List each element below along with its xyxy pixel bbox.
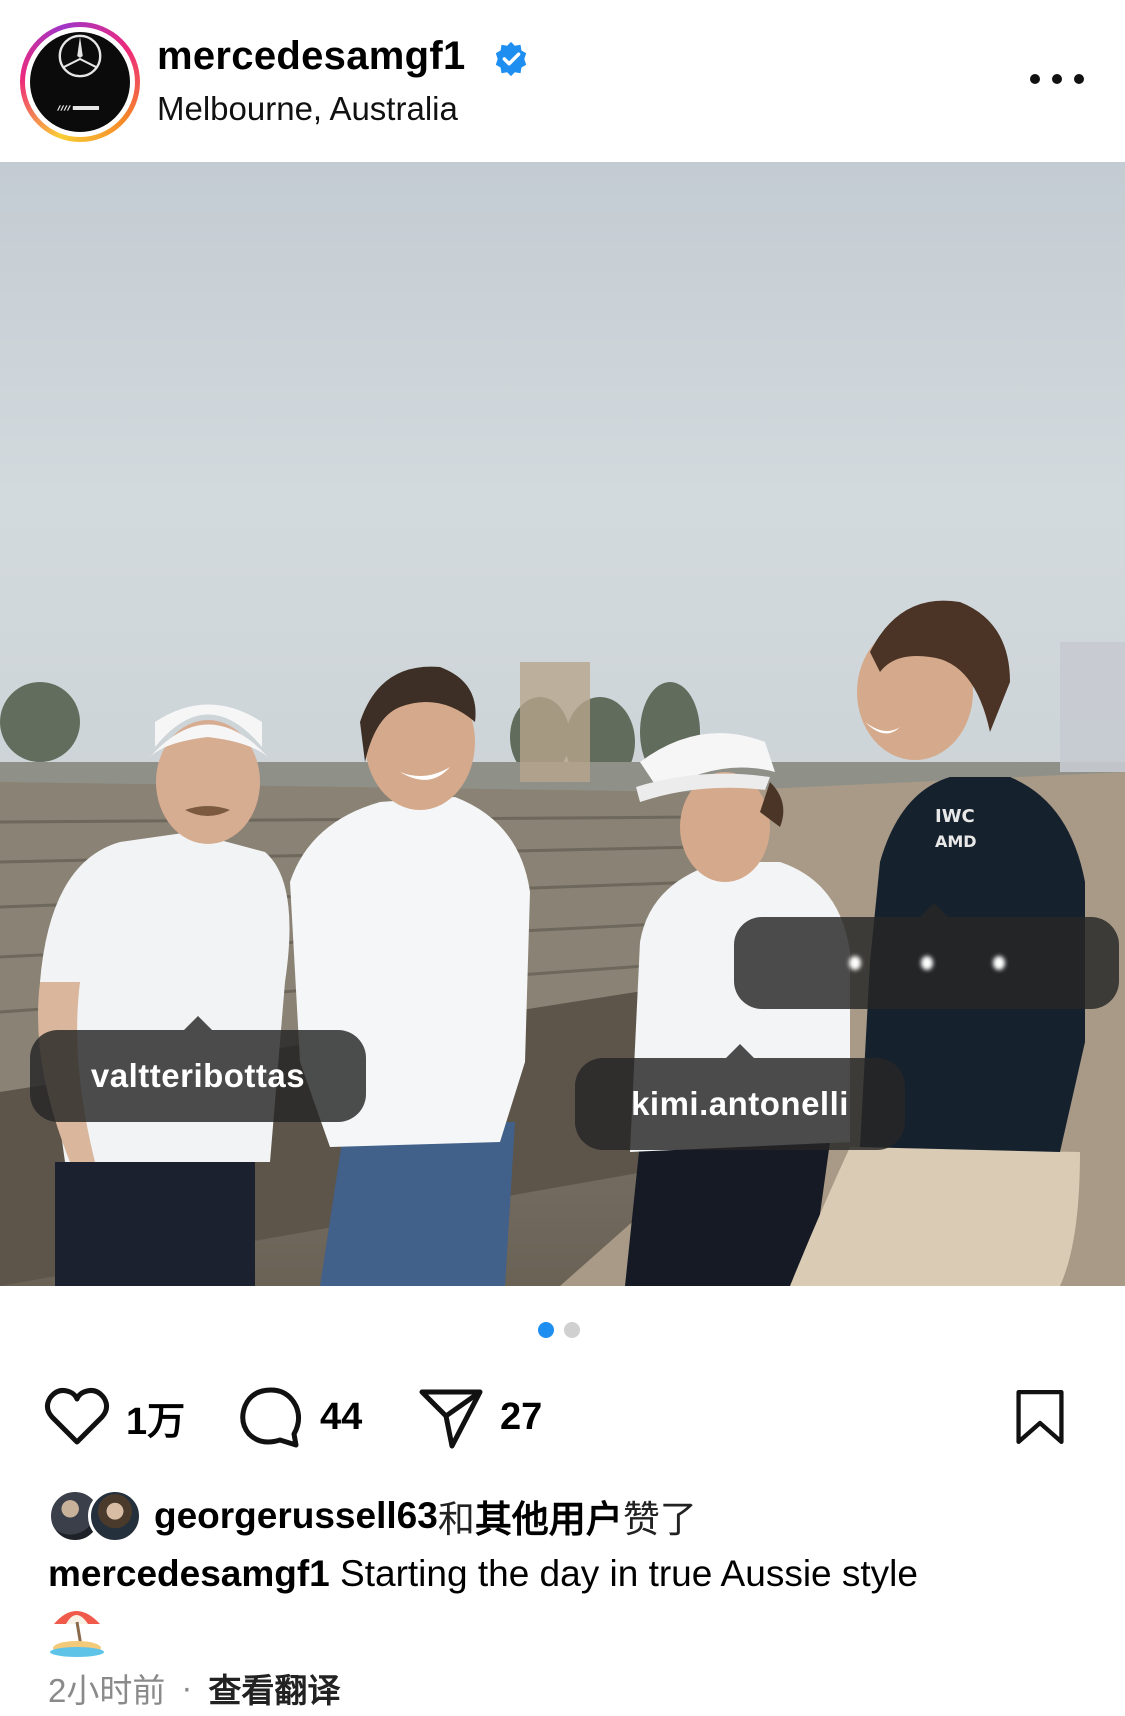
- blurred-tag-text: [848, 956, 1005, 970]
- post-timestamp: 2小时前: [48, 1672, 166, 1709]
- avatar: [88, 1489, 142, 1543]
- heart-icon: [44, 1388, 110, 1445]
- photo-tag-kimi-antonelli[interactable]: kimi.antonelli: [575, 1044, 905, 1150]
- share-count[interactable]: 27: [500, 1396, 542, 1439]
- comment-count[interactable]: 44: [320, 1396, 362, 1439]
- photo-tag-george[interactable]: [734, 903, 1119, 1009]
- liked-by-row[interactable]: georgerussell63 和 其他用户 赞了: [48, 1488, 697, 1544]
- svg-text:AMD: AMD: [935, 832, 977, 851]
- avatar[interactable]: [30, 32, 130, 132]
- carousel-indicator: [538, 1322, 580, 1338]
- carousel-dot: [564, 1322, 580, 1338]
- caption-username[interactable]: mercedesamgf1: [48, 1553, 330, 1594]
- more-options-icon[interactable]: [1030, 64, 1084, 94]
- liker-username[interactable]: georgerussell63: [154, 1495, 438, 1537]
- post-username[interactable]: mercedesamgf1: [157, 34, 466, 79]
- like-count[interactable]: 1万: [126, 1390, 185, 1445]
- caption-text: Starting the day in true Aussie style: [340, 1553, 918, 1594]
- post-caption: mercedesamgf1 Starting the day in true A…: [48, 1548, 1098, 1658]
- post-header: mercedesamgf1 Melbourne, Australia: [0, 0, 1125, 162]
- see-translation-link[interactable]: 查看翻译: [208, 1664, 340, 1712]
- send-icon: [419, 1389, 483, 1449]
- liked-by-others[interactable]: 其他用户: [475, 1489, 623, 1543]
- liked-by-connector: 和: [437, 1499, 475, 1540]
- carousel-dot-active: [538, 1322, 554, 1338]
- amg-logo-icon: [57, 105, 100, 111]
- post-location[interactable]: Melbourne, Australia: [157, 90, 458, 128]
- save-button[interactable]: [1010, 1382, 1070, 1452]
- meta-separator: ·: [181, 1669, 193, 1706]
- action-bar: 1万 44 27: [0, 1370, 1125, 1460]
- liker-avatars: [48, 1489, 144, 1543]
- post-photo[interactable]: IWC AMD valtteribottas kimi.antonelli: [0, 162, 1125, 1286]
- post-meta: 2小时前 · 查看翻译: [48, 1664, 340, 1712]
- profile-avatar-ring[interactable]: [20, 22, 140, 142]
- like-button[interactable]: 1万: [42, 1382, 185, 1452]
- share-button[interactable]: 27: [416, 1382, 542, 1452]
- photo-tag-valtteribottas[interactable]: valtteribottas: [30, 1016, 366, 1122]
- comment-button[interactable]: 44: [236, 1382, 362, 1452]
- bookmark-icon: [1016, 1390, 1064, 1444]
- beach-umbrella-icon: [50, 1611, 104, 1657]
- verified-badge-icon: [495, 41, 527, 77]
- liked-by-suffix: 赞了: [622, 1499, 697, 1540]
- mercedes-star-icon: [58, 34, 102, 78]
- comment-icon: [240, 1387, 302, 1448]
- svg-text:IWC: IWC: [935, 806, 975, 827]
